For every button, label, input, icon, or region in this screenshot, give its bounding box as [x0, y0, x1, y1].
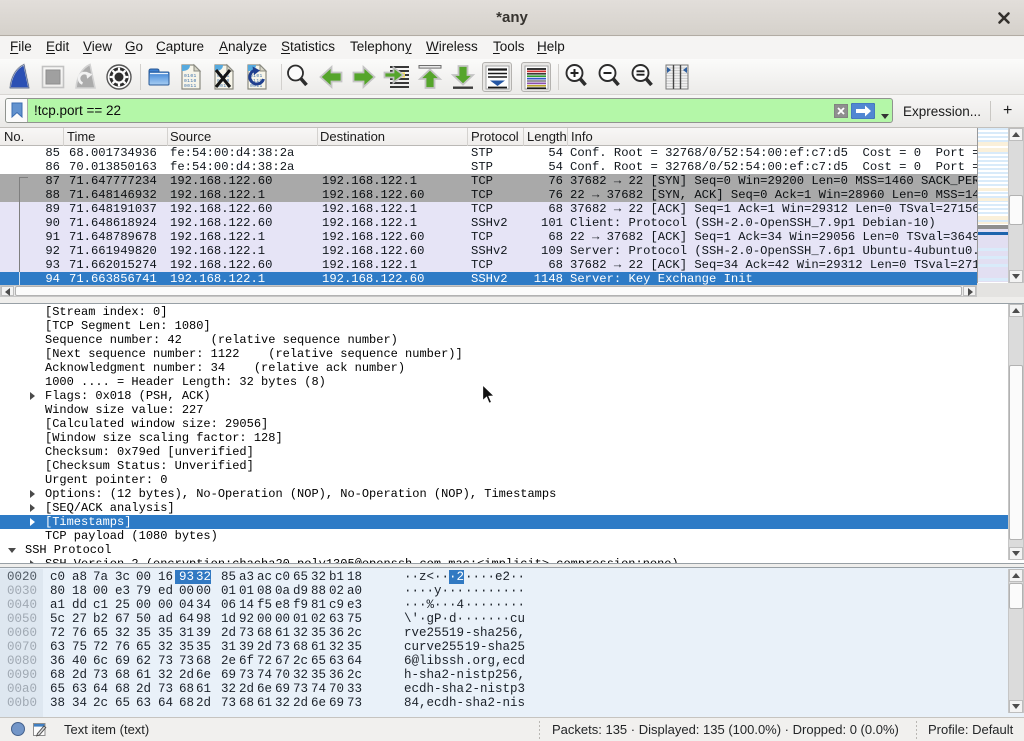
svg-text:0011: 0011	[184, 83, 197, 89]
